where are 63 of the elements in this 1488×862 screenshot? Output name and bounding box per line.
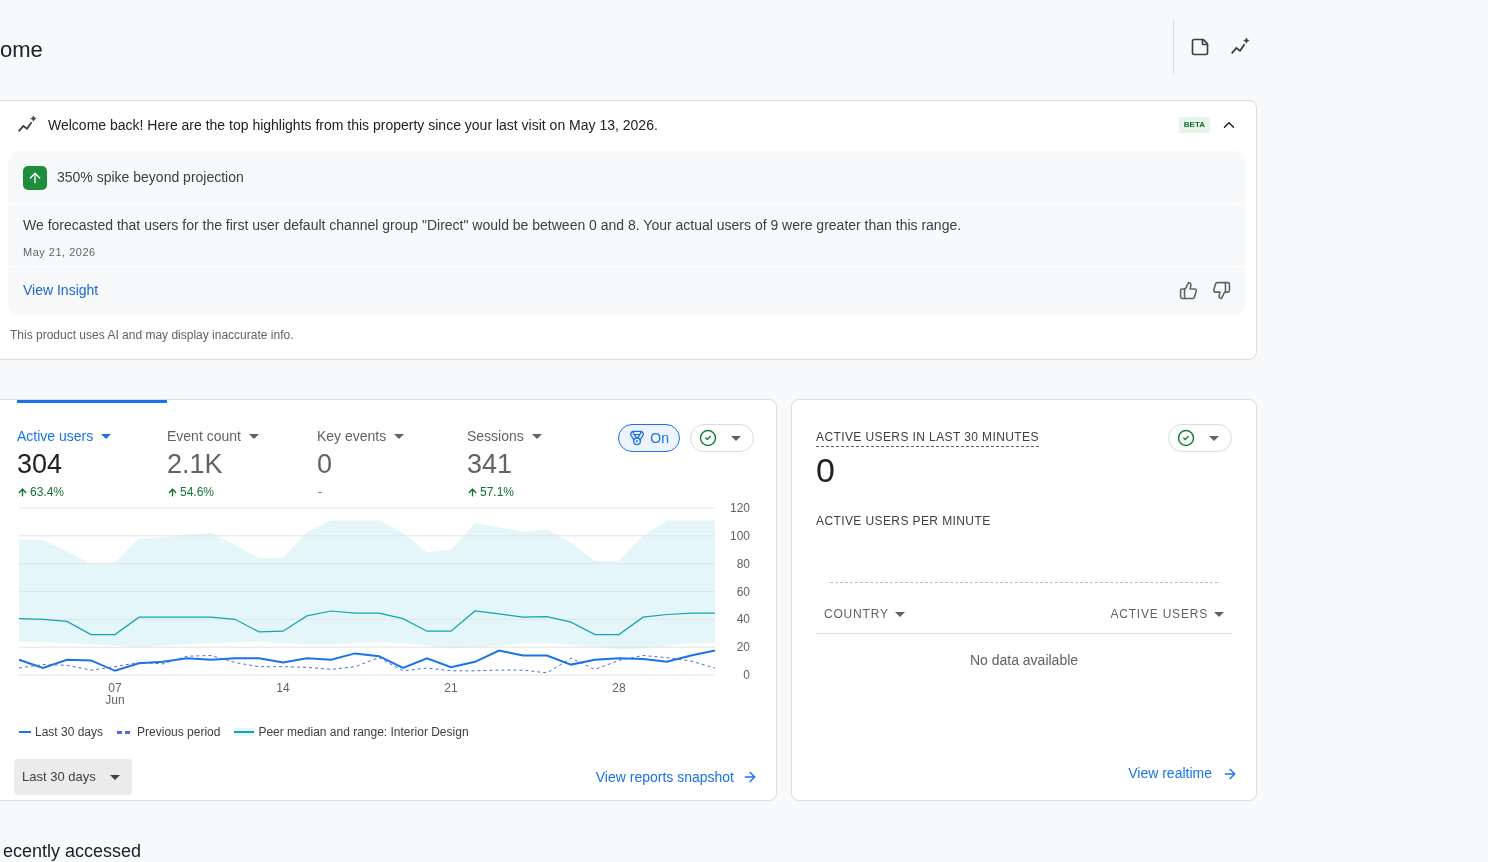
- empty-message: No data available: [968, 651, 1080, 670]
- x-axis-label: 07: [108, 681, 122, 695]
- realtime-title: ACTIVE USERS IN LAST 30 MINUTES: [816, 428, 1039, 447]
- view-realtime-link[interactable]: View realtime: [1128, 763, 1238, 784]
- date-range-dropdown[interactable]: Last 30 days: [14, 759, 132, 795]
- arrow-right-icon: [742, 769, 758, 785]
- beta-badge: BETA: [1178, 117, 1210, 133]
- page-title: ome: [0, 35, 44, 64]
- metric-tab[interactable]: Sessions 341 57.1%: [467, 400, 607, 500]
- change-value: 57.1%: [480, 484, 515, 501]
- x-axis-label: Jun: [105, 693, 125, 707]
- caret-icon: [248, 434, 259, 439]
- change-value: 63.4%: [30, 484, 65, 501]
- caret-icon: [109, 774, 120, 780]
- x-axis-label: 14: [276, 681, 290, 695]
- caret-icon: [1214, 611, 1224, 617]
- caret-icon: [1209, 435, 1219, 441]
- view-insight-link[interactable]: View Insight: [23, 279, 1179, 301]
- y-axis-label: 120: [729, 501, 750, 515]
- realtime-subtitle: ACTIVE USERS PER MINUTE: [816, 513, 992, 530]
- y-axis-label: 60: [736, 584, 750, 599]
- x-axis-label: 28: [612, 681, 626, 695]
- insights-headline: Welcome back! Here are the top highlights from this property since your last visit on May 13, 2026.: [48, 115, 659, 135]
- note-icon: [1190, 37, 1210, 57]
- legend-label: Last 30 days: [35, 724, 104, 741]
- benchmark-toggle[interactable]: On: [618, 424, 680, 452]
- ai-disclaimer: This product uses AI and may display inaccurate info.: [10, 327, 295, 344]
- medal-icon: [629, 430, 646, 446]
- thumbs-down-icon: [1212, 280, 1231, 300]
- x-axis-label: 21: [444, 681, 458, 695]
- y-axis-label: 100: [729, 528, 750, 543]
- realtime-value: 0: [816, 450, 836, 490]
- thumbs-down-button[interactable]: [1212, 280, 1231, 300]
- legend-label: Previous period: [137, 724, 221, 741]
- caret-icon: [531, 434, 542, 439]
- change-value: -: [318, 484, 322, 501]
- spike-icon: [23, 165, 47, 190]
- thumbs-up-icon: [1179, 280, 1198, 300]
- change-value: 54.6%: [180, 484, 215, 501]
- view-reports-snapshot-link[interactable]: View reports snapshot: [595, 766, 758, 788]
- insight-title: 350% spike beyond projection: [57, 168, 244, 187]
- y-axis-label: 0: [743, 668, 750, 682]
- caret-icon: [101, 434, 112, 439]
- section-title: ecently accessed: [3, 843, 143, 859]
- metric-tab[interactable]: Event count 2.1K 54.6%: [167, 400, 317, 500]
- column-header[interactable]: ACTIVE USERS: [1110, 605, 1224, 623]
- check-circle-icon: [699, 429, 717, 447]
- insight-date: May 21, 2026: [23, 245, 97, 260]
- metric-tab[interactable]: Key events 0 -: [317, 400, 467, 500]
- caret-icon: [894, 611, 905, 617]
- y-axis-label: 80: [736, 556, 750, 571]
- y-axis-label: 40: [736, 612, 750, 627]
- thumbs-up-button[interactable]: [1179, 280, 1198, 300]
- check-circle-icon: [1177, 429, 1195, 447]
- caret-icon: [394, 434, 405, 439]
- metric-tab[interactable]: Active users 304 63.4%: [17, 400, 167, 500]
- legend-label: Peer median and range: Interior Design: [258, 724, 469, 741]
- insight-body: We forecasted that users for the first user default channel group "Direct" would be between 0 and 8. Your actual users of 9 were greater than this range.: [23, 216, 963, 235]
- legend-line-icon: [19, 731, 31, 733]
- y-axis-label: 20: [736, 640, 750, 655]
- legend-band-icon: [234, 728, 255, 736]
- caret-icon: [731, 435, 741, 441]
- column-header[interactable]: COUNTRY: [824, 605, 905, 623]
